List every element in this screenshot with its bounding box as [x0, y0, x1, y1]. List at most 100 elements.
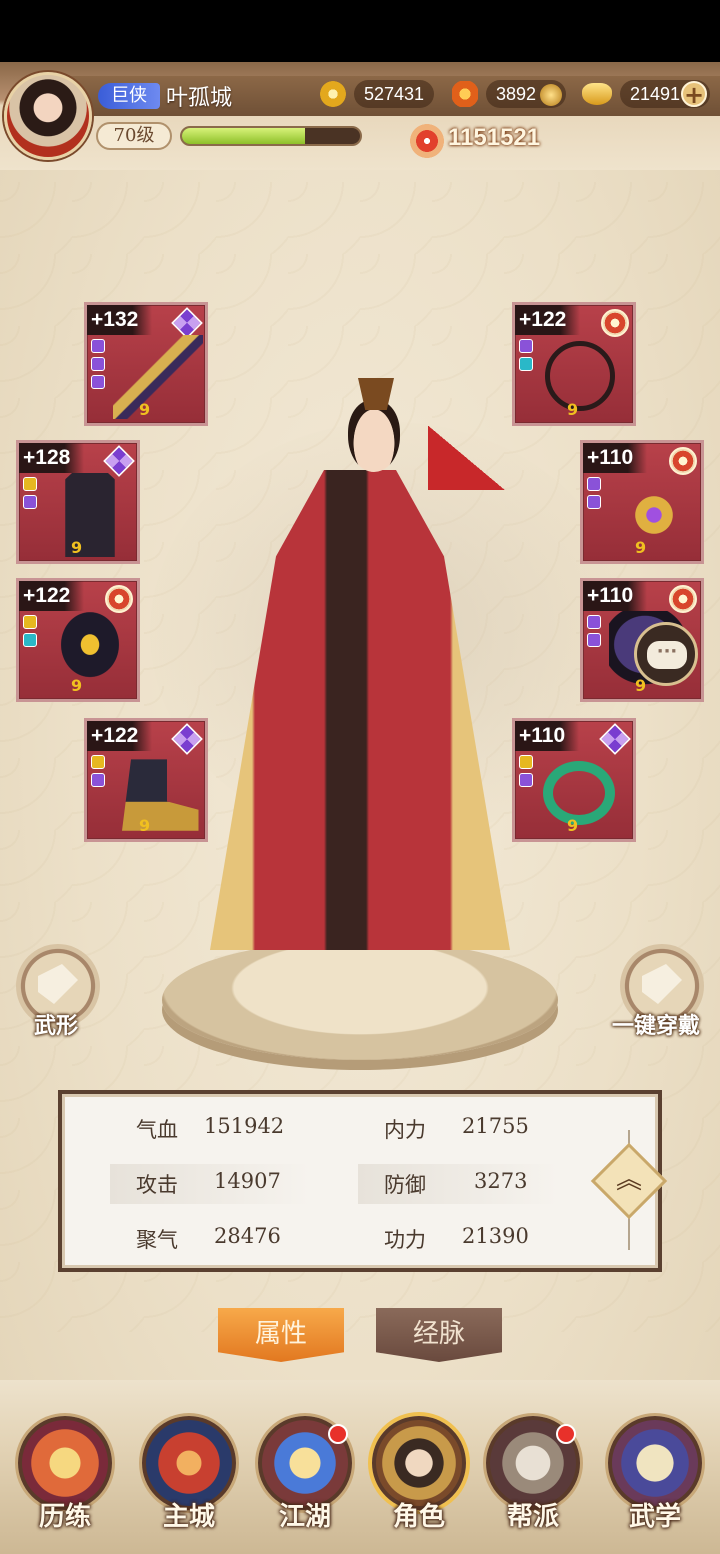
equip-slot-weapon[interactable]: +132 9: [84, 302, 208, 426]
combat-power-value: 1151521: [448, 124, 541, 151]
enhance-mark: 9: [567, 400, 579, 419]
equip-level: +122: [515, 305, 581, 335]
player-name: 叶孤城: [166, 86, 233, 111]
gem-icon: [519, 339, 533, 353]
nav-main-city[interactable]: 主城: [134, 1400, 244, 1550]
belt-icon: [45, 611, 135, 695]
stat-label-defense: 防御: [384, 1173, 426, 1197]
grade-red-icon: [105, 585, 133, 613]
tab-attributes[interactable]: 属性: [218, 1308, 344, 1362]
gem-icon: [91, 375, 105, 389]
character-head: [348, 400, 400, 472]
ring-icon: [543, 761, 615, 825]
gem-icon: [91, 755, 105, 769]
gem-sockets: [91, 339, 105, 389]
gem-sockets: [23, 615, 37, 647]
gem-icon: [587, 477, 601, 491]
folding-fan-icon: [428, 410, 524, 490]
equip-slot-ring[interactable]: +110 9: [512, 718, 636, 842]
gem-sockets: [587, 615, 601, 647]
grade-purple-icon: [171, 723, 203, 755]
stat-value-defense: 3273: [474, 1169, 528, 1193]
enhance-mark: 9: [139, 816, 151, 835]
guild-notification-dot: [556, 1424, 576, 1444]
gem-icon: [23, 633, 37, 647]
nav-training[interactable]: 历练: [10, 1400, 120, 1550]
gem-icon: [91, 357, 105, 371]
stat-label-attack: 攻击: [136, 1173, 178, 1197]
stat-label-qi: 聚气: [136, 1228, 178, 1252]
stat-value-inner-power: 21755: [462, 1114, 529, 1138]
chat-button[interactable]: ···: [634, 622, 698, 686]
necklace-icon: [545, 341, 615, 411]
gem-icon: [587, 495, 601, 509]
gold-ingot-icon: [582, 83, 612, 105]
stat-value-attack: 14907: [214, 1169, 281, 1193]
gem-icon: [519, 755, 533, 769]
grade-purple-icon: [103, 445, 135, 477]
nav-guild[interactable]: 帮派: [478, 1400, 588, 1550]
hairpin-icon: [609, 473, 699, 557]
upgrade-stats-button[interactable]: ︽: [590, 1142, 668, 1220]
coin-icon: [320, 81, 346, 107]
appearance-icon: [38, 964, 78, 1004]
gem-icon: [519, 773, 533, 787]
robe-icon: [54, 473, 126, 557]
character-pedestal: [162, 940, 558, 1060]
stat-value-qi: 28476: [214, 1224, 281, 1248]
coin-counter: 527431: [320, 80, 435, 108]
exp-bar-fill: [182, 128, 305, 144]
nav-character[interactable]: 角色: [364, 1400, 474, 1550]
enhance-mark: 9: [635, 676, 647, 695]
combat-power-icon: [410, 124, 444, 158]
equip-level: +122: [87, 721, 153, 751]
recharge-plus-button[interactable]: +: [681, 81, 707, 107]
equip-slot-belt[interactable]: +122 9: [16, 578, 140, 702]
leaf-value: 3892: [486, 80, 567, 108]
stat-value-hp: 151942: [204, 1114, 285, 1138]
player-avatar[interactable]: [4, 72, 92, 160]
enhance-mark: 9: [71, 676, 83, 695]
equip-slot-hairpin[interactable]: +110 9: [580, 440, 704, 564]
leaf-counter: 3892: [452, 80, 567, 108]
enhance-mark: 9: [635, 538, 647, 557]
boots-icon: [122, 759, 199, 831]
nav-martial-arts[interactable]: 武学: [600, 1400, 710, 1550]
equip-slot-boots[interactable]: +122 9: [84, 718, 208, 842]
gem-icon: [23, 615, 37, 629]
grade-red-icon: [669, 585, 697, 613]
coin-value: 527431: [354, 80, 435, 108]
gem-sockets: [519, 755, 533, 787]
auto-equip-label: 一键穿戴: [612, 1013, 701, 1039]
equip-slot-armor[interactable]: +128 9: [16, 440, 140, 564]
equip-slot-necklace[interactable]: +122 9: [512, 302, 636, 426]
stat-label-inner-power: 内力: [384, 1118, 426, 1142]
equip-level: +122: [19, 581, 85, 611]
stats-panel: 气血 151942 内力 21755 攻击 14907 防御 3273 聚气 2…: [58, 1090, 668, 1272]
enhance-mark: 9: [71, 538, 83, 557]
token-icon: [540, 84, 563, 107]
equip-level: +110: [515, 721, 580, 751]
enhance-mark: 9: [139, 400, 151, 419]
chat-icon: ···: [647, 641, 687, 669]
tab-meridians[interactable]: 经脉: [376, 1308, 502, 1362]
auto-equip-icon: [642, 964, 682, 1004]
gem-icon: [91, 773, 105, 787]
level-badge: 70级: [96, 122, 172, 150]
stat-value-skill: 21390: [462, 1224, 529, 1248]
chevron-up-icon: ︽: [615, 1165, 642, 1195]
enhance-mark: 9: [567, 816, 579, 835]
gem-icon: [91, 339, 105, 353]
gem-icon: [23, 477, 37, 491]
equip-level: +128: [19, 443, 85, 473]
gem-sockets: [587, 477, 601, 509]
stat-label-hp: 气血: [136, 1118, 178, 1142]
gem-icon: [519, 357, 533, 371]
equip-level: +110: [583, 443, 648, 473]
grade-purple-icon: [599, 723, 631, 755]
gem-icon: [587, 633, 601, 647]
gem-sockets: [23, 477, 37, 509]
nav-jianghu[interactable]: 江湖: [250, 1400, 360, 1550]
title-badge: 巨侠: [98, 83, 160, 109]
sword-icon: [113, 335, 203, 419]
